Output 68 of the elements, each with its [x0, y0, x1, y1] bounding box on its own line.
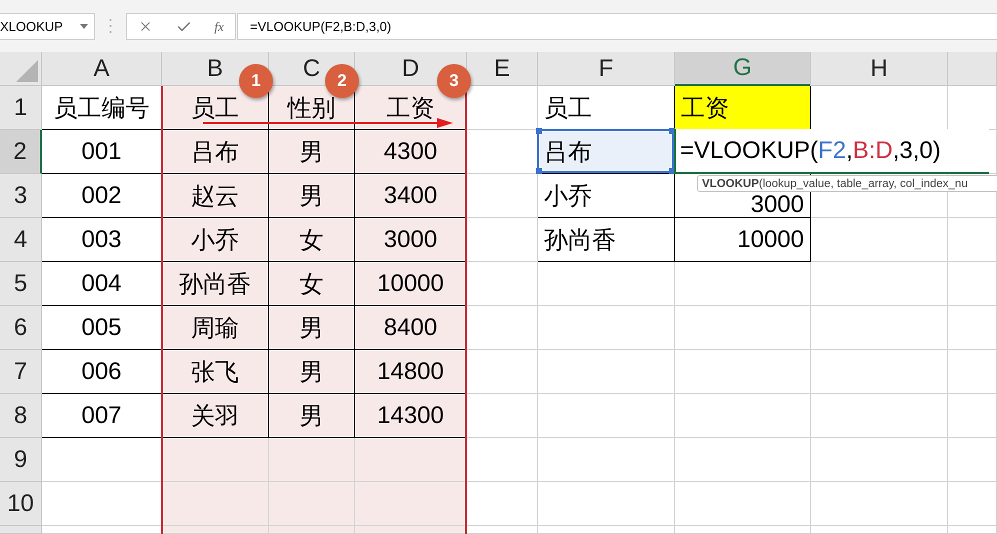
- table-cell: [467, 394, 538, 438]
- table-cell: [948, 482, 997, 526]
- column-header[interactable]: C: [300, 52, 322, 86]
- table-cell: 3000: [355, 218, 467, 262]
- table-cell: 8400: [355, 306, 467, 350]
- row-header[interactable]: 7: [0, 350, 42, 394]
- table-cell: 员工: [162, 86, 269, 130]
- table-cell: 女: [269, 218, 355, 262]
- formula-editor[interactable]: =VLOOKUP(F2,B:D,3,0): [674, 129, 989, 174]
- table-cell: [467, 306, 538, 350]
- grip-icon: [109, 19, 112, 33]
- table-cell: 男: [269, 394, 355, 438]
- table-cell: 14300: [355, 394, 467, 438]
- insert-function-button[interactable]: fx: [214, 18, 224, 34]
- column-header[interactable]: D: [400, 52, 422, 86]
- table-cell: 男: [269, 350, 355, 394]
- table-cell: 10000: [355, 262, 467, 306]
- row-header[interactable]: 2: [0, 130, 42, 174]
- row-header[interactable]: 4: [0, 218, 42, 262]
- row-header[interactable]: 1: [0, 86, 42, 130]
- table-cell: 小乔: [538, 174, 675, 218]
- table-cell: 男: [269, 306, 355, 350]
- column-header[interactable]: A: [91, 52, 112, 86]
- column-header[interactable]: B: [204, 52, 225, 86]
- row-header[interactable]: 6: [0, 306, 42, 350]
- table-cell: 女: [269, 262, 355, 306]
- row-header[interactable]: 8: [0, 394, 42, 438]
- row-header[interactable]: 3: [0, 174, 42, 218]
- caret-icon: [80, 24, 88, 29]
- table-cell: 男: [269, 130, 355, 174]
- table-cell: [467, 482, 538, 526]
- column-header[interactable]: H: [868, 52, 890, 86]
- column-header[interactable]: F: [596, 52, 616, 86]
- row-header[interactable]: 5: [0, 262, 42, 306]
- table-cell: [948, 394, 997, 438]
- table-cell: 工资: [675, 86, 811, 130]
- row-header[interactable]: 9: [0, 438, 42, 482]
- table-cell: [467, 262, 538, 306]
- arrow-icon: [203, 118, 453, 128]
- table-cell: 吕布: [162, 130, 269, 174]
- formula-bar[interactable]: =VLOOKUP(F2,B:D,3,0): [237, 13, 997, 40]
- column-header[interactable]: E: [492, 52, 512, 86]
- name-box[interactable]: XLOOKUP: [0, 13, 95, 40]
- table-cell: [467, 174, 538, 218]
- table-cell: 14800: [355, 350, 467, 394]
- table-cell: 4300: [355, 130, 467, 174]
- table-cell: [948, 306, 997, 350]
- table-cell: [948, 218, 997, 262]
- table-cell: 周瑜: [162, 306, 269, 350]
- table-cell: [467, 350, 538, 394]
- table-cell: 10000: [675, 218, 811, 262]
- table-cell: [467, 218, 538, 262]
- column-header[interactable]: G: [675, 52, 810, 86]
- table-cell: 3400: [355, 174, 467, 218]
- table-cell: 吕布: [538, 130, 675, 174]
- table-cell: [467, 438, 538, 482]
- table-cell: 赵云: [162, 174, 269, 218]
- row-header[interactable]: 10: [0, 482, 42, 526]
- table-cell: 男: [269, 174, 355, 218]
- table-cell: [948, 438, 997, 482]
- table-cell: [948, 350, 997, 394]
- table-cell: 小乔: [162, 218, 269, 262]
- table-cell: 孙尚香: [538, 218, 675, 262]
- table-cell: [948, 262, 997, 306]
- table-cell: 关羽: [162, 394, 269, 438]
- table-cell: 孙尚香: [162, 262, 269, 306]
- function-tooltip: VLOOKUP(lookup_value, table_array, col_index_nu: [697, 175, 997, 192]
- table-cell: 张飞: [162, 350, 269, 394]
